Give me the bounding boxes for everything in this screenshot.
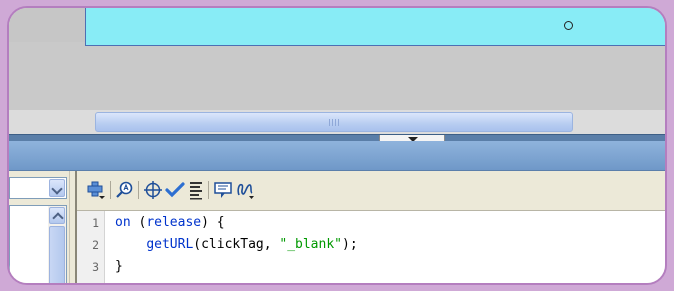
target-icon[interactable] bbox=[143, 180, 163, 200]
code-line[interactable]: 1 on (release) { bbox=[77, 212, 665, 234]
toolbar-separator bbox=[110, 181, 111, 199]
code-hint-icon[interactable] bbox=[213, 180, 233, 200]
code-token: ); bbox=[342, 237, 358, 252]
code-token: getURL bbox=[146, 237, 194, 252]
code-token: release bbox=[146, 215, 202, 230]
registration-point-icon[interactable] bbox=[564, 21, 573, 30]
auto-format-icon[interactable] bbox=[186, 180, 206, 200]
find-icon[interactable] bbox=[115, 180, 135, 200]
toolbar-separator bbox=[138, 181, 139, 199]
scroll-grip-icon bbox=[329, 119, 341, 126]
actions-toolbar bbox=[77, 171, 665, 211]
vertical-scrollbar[interactable] bbox=[48, 206, 66, 283]
panel-divider[interactable] bbox=[9, 134, 665, 141]
code-text[interactable]: } bbox=[115, 256, 123, 278]
stage-workspace[interactable] bbox=[9, 8, 665, 126]
toolbar-separator bbox=[208, 181, 209, 199]
code-token: } bbox=[115, 259, 123, 274]
line-number: 2 bbox=[92, 238, 99, 252]
pasteboard bbox=[9, 8, 85, 42]
vertical-scroll-thumb[interactable] bbox=[49, 226, 65, 283]
actions-toolbox-tree[interactable] bbox=[9, 205, 67, 283]
code-token: "_blank" bbox=[279, 237, 342, 252]
debug-icon[interactable] bbox=[235, 180, 255, 200]
stage-canvas[interactable] bbox=[85, 8, 665, 46]
script-navigator bbox=[9, 171, 69, 283]
check-syntax-icon[interactable] bbox=[165, 180, 185, 200]
line-number: 1 bbox=[92, 216, 99, 230]
window-frame: 1 on (release) {2 getURL(clickTag, "_blan… bbox=[7, 6, 667, 285]
code-line[interactable]: 3} bbox=[77, 256, 665, 278]
code-text[interactable]: on (release) { bbox=[115, 212, 225, 234]
code-token: on bbox=[115, 215, 131, 230]
scroll-up-button[interactable] bbox=[49, 207, 65, 224]
code-token: ) { bbox=[201, 215, 225, 230]
add-script-icon[interactable] bbox=[86, 180, 106, 200]
code-token: ( bbox=[130, 215, 147, 230]
code-text[interactable]: getURL(clickTag, "_blank"); bbox=[115, 234, 358, 256]
script-editor[interactable]: 1 on (release) {2 getURL(clickTag, "_blan… bbox=[77, 211, 665, 283]
chevron-down-icon[interactable] bbox=[49, 179, 65, 197]
action-version-select[interactable] bbox=[9, 177, 67, 199]
horizontal-scroll-thumb[interactable] bbox=[95, 112, 573, 132]
line-number: 3 bbox=[92, 260, 99, 274]
actions-panel-header[interactable] bbox=[9, 141, 665, 171]
code-line[interactable]: 2 getURL(clickTag, "_blank"); bbox=[77, 234, 665, 256]
code-token: (clickTag, bbox=[193, 237, 280, 252]
